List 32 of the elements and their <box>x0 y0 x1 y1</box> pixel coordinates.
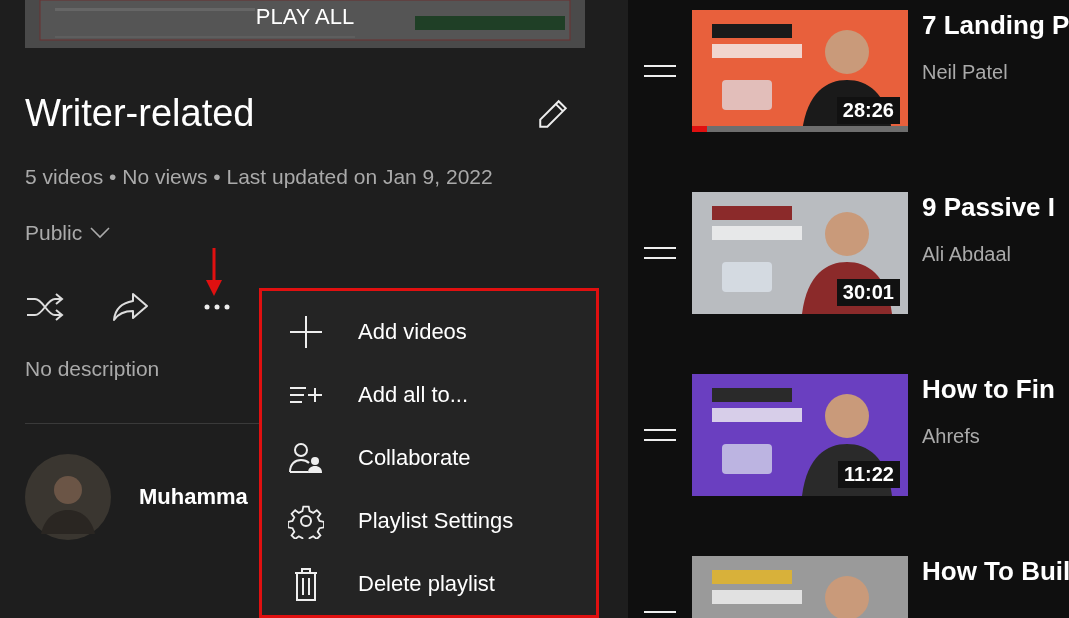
shuffle-icon[interactable] <box>25 291 65 323</box>
annotation-arrow <box>206 248 222 296</box>
video-title[interactable]: How To Buil <box>922 556 1069 587</box>
playlist-description: No description <box>25 357 161 381</box>
duration-badge: 28:26 <box>836 97 900 124</box>
video-title[interactable]: How to Fin <box>922 374 1055 405</box>
play-all-label: PLAY ALL <box>255 3 355 30</box>
owner-name[interactable]: Muhamma <box>139 484 248 510</box>
video-title[interactable]: 7 Landing P <box>922 10 1069 41</box>
channel-name[interactable]: Ahrefs <box>922 425 1055 448</box>
duration-badge: 30:01 <box>836 279 900 306</box>
privacy-dropdown[interactable]: Public <box>25 221 111 245</box>
video-title[interactable]: 9 Passive I <box>922 192 1055 223</box>
chevron-down-icon <box>90 227 111 239</box>
channel-name[interactable]: Ali Abdaal <box>922 243 1055 266</box>
playlist-title: Writer-related <box>25 92 255 135</box>
menu-item[interactable]: Add videos <box>262 301 596 364</box>
playlist-meta: 5 videos • No views • Last updated on Jan 9, 2022 <box>25 165 494 189</box>
plus-icon <box>288 314 324 351</box>
drag-handle-icon[interactable] <box>644 65 676 77</box>
menu-item[interactable]: Add all to... <box>262 363 596 427</box>
menu-item[interactable]: Delete playlist <box>262 552 596 615</box>
menu-item[interactable]: Playlist Settings <box>262 489 596 553</box>
menu-item[interactable]: Collaborate <box>262 426 596 490</box>
share-icon[interactable] <box>111 291 151 323</box>
avatar-icon[interactable] <box>25 454 111 540</box>
drag-handle-icon[interactable] <box>644 429 676 441</box>
drag-handle-icon[interactable] <box>644 247 676 259</box>
channel-name[interactable]: Neil Patel <box>922 61 1069 84</box>
playlist-banner[interactable]: PLAY ALL <box>25 0 585 48</box>
people-icon <box>288 440 324 476</box>
duration-badge: 11:22 <box>837 461 900 488</box>
